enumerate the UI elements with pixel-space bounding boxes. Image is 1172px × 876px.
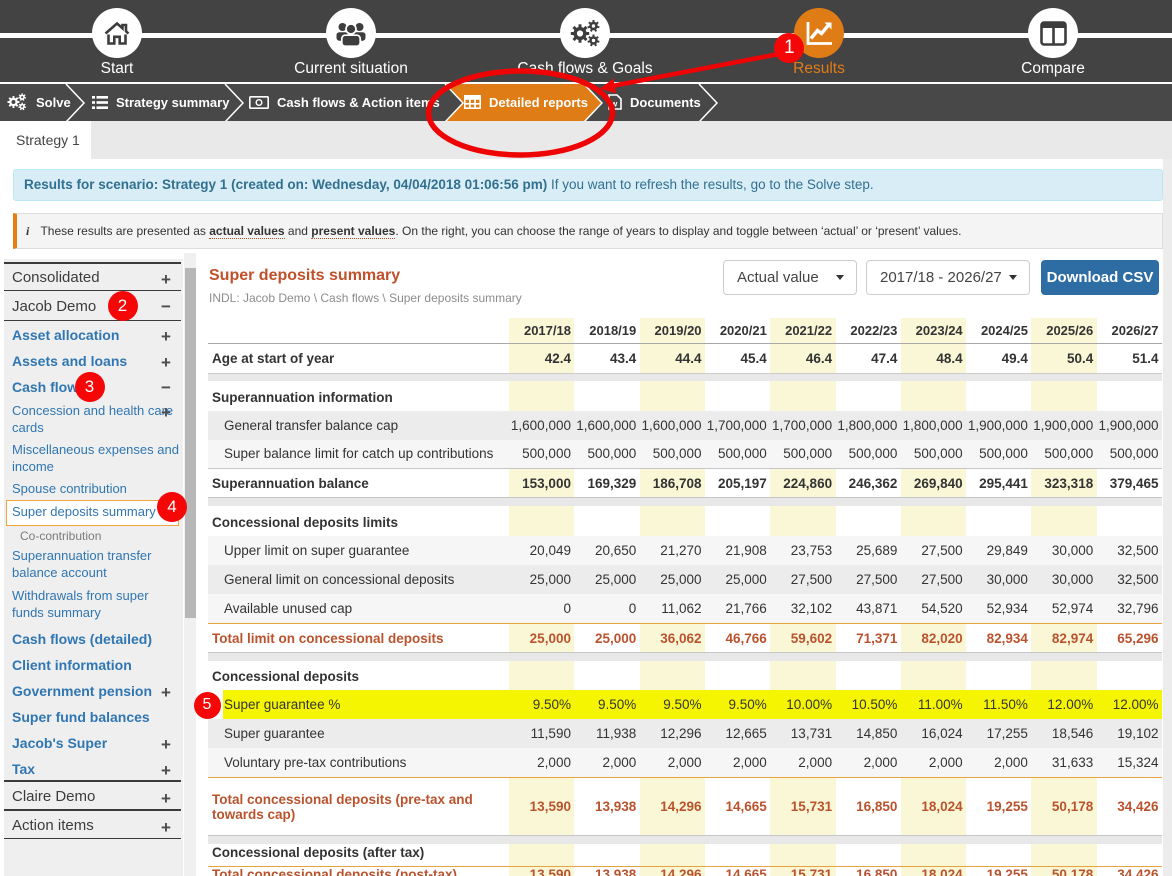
svg-text:w: w xyxy=(610,100,618,109)
